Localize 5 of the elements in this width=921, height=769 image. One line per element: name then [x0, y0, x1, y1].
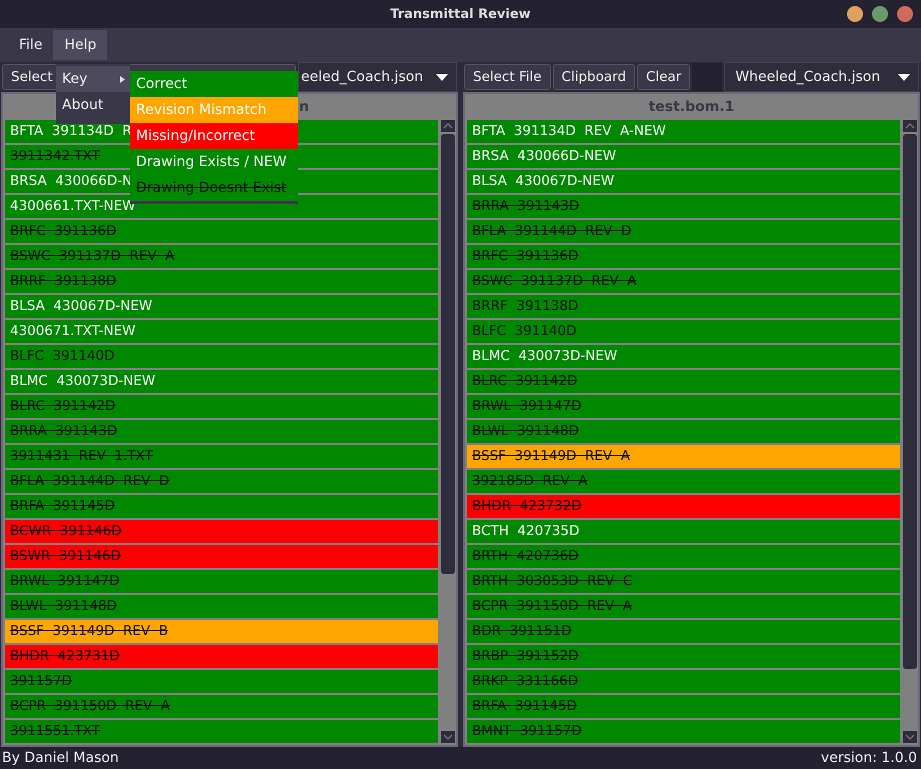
version-label: version: 1.0.0	[820, 750, 917, 766]
window-title: Transmittal Review	[390, 6, 531, 22]
author-label: By Daniel Mason	[2, 750, 119, 766]
list-header: test.bom.1	[648, 99, 734, 115]
list-header: n	[299, 99, 309, 115]
